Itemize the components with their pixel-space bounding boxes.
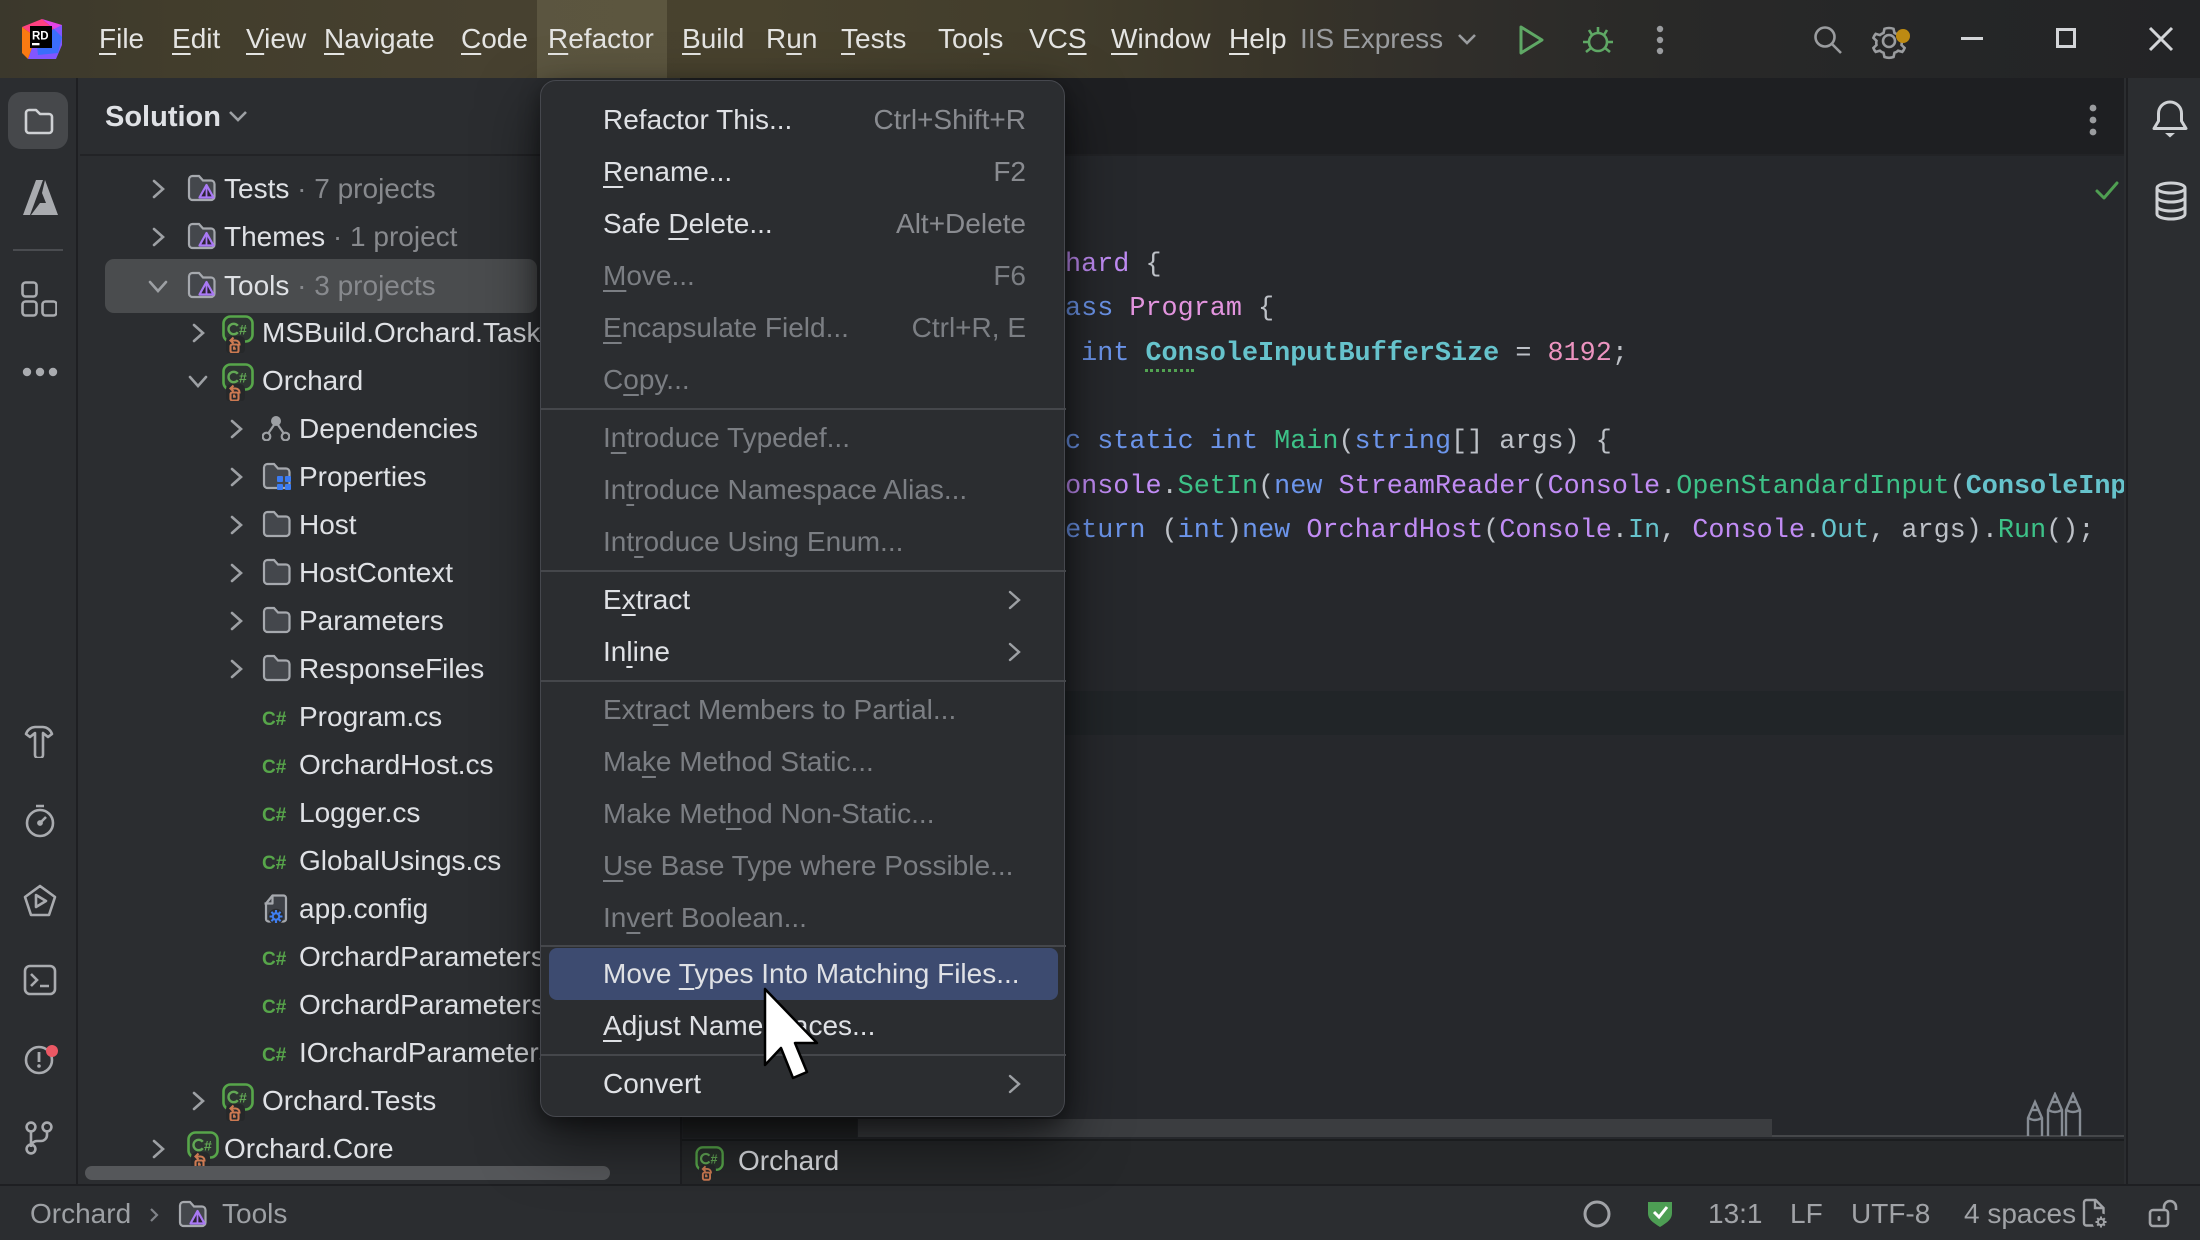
svg-text:RD: RD — [32, 31, 49, 43]
